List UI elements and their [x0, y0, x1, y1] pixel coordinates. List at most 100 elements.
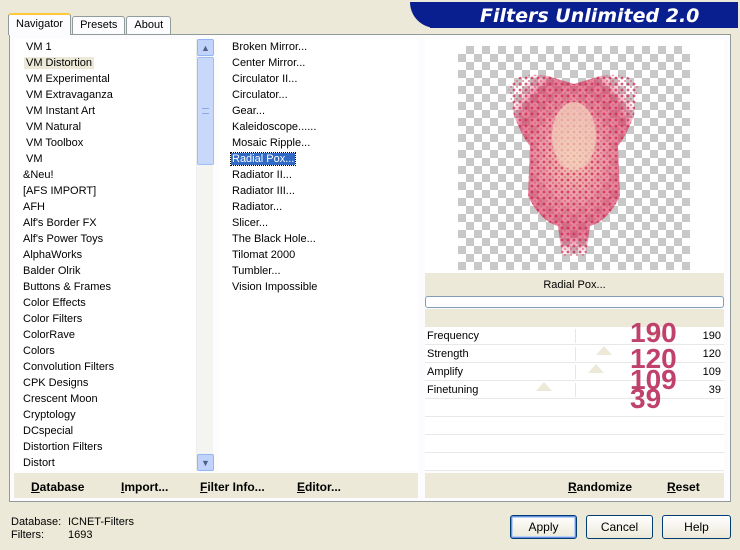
category-item[interactable]: Alf's Border FX	[14, 215, 196, 231]
filter-item-label: Tilomat 2000	[232, 249, 296, 261]
tab-presets[interactable]: Presets	[72, 16, 126, 35]
category-item[interactable]: VM Extravaganza	[14, 87, 196, 103]
filter-item-label: Circulator...	[232, 89, 288, 101]
empty-param-row	[425, 435, 724, 453]
category-item-label: DCspecial	[23, 425, 74, 437]
category-item-label: VM Extravaganza	[26, 89, 113, 101]
category-item[interactable]: DCspecial	[14, 423, 196, 439]
param-row[interactable]: Frequency 190	[425, 327, 724, 345]
reset-button[interactable]: Reset	[667, 480, 700, 494]
category-item[interactable]: Distortion Filters	[14, 439, 196, 455]
filter-item[interactable]: Radiator...	[218, 199, 418, 215]
filter-list[interactable]: Broken Mirror... Center Mirror... Circulat…	[218, 39, 418, 471]
category-item[interactable]: Color Effects	[14, 295, 196, 311]
category-item[interactable]: Crescent Moon	[14, 391, 196, 407]
category-list[interactable]: VM 1 VM Distortion VM Experimental VM Extra…	[14, 39, 196, 471]
category-item[interactable]: CPK Designs	[14, 375, 196, 391]
filter-item[interactable]: Kaleidoscope......	[218, 119, 418, 135]
category-item[interactable]: &Neu!	[14, 167, 196, 183]
filter-item[interactable]: Radial Pox...	[218, 151, 418, 167]
filter-item[interactable]: Mosaic Ripple...	[218, 135, 418, 151]
filter-item[interactable]: Vision Impossible	[218, 279, 418, 295]
filter-item-label: Radial Pox...	[229, 152, 297, 166]
database-label: Database:	[11, 516, 62, 528]
category-item[interactable]: Distort	[14, 455, 196, 471]
category-item[interactable]: VM	[14, 151, 196, 167]
category-item[interactable]: VM Distortion	[14, 55, 196, 71]
filter-item[interactable]: Radiator II...	[218, 167, 418, 183]
filter-item[interactable]: Slicer...	[218, 215, 418, 231]
preview-image[interactable]	[458, 46, 690, 270]
filter-item-label: Mosaic Ripple...	[232, 137, 311, 149]
database-link[interactable]: Database	[31, 480, 84, 494]
param-row[interactable]: Finetuning 39	[425, 381, 724, 399]
param-action-bar: Randomize Reset	[425, 473, 724, 498]
category-item-label: VM Instant Art	[26, 105, 96, 117]
filter-item-label: Broken Mirror...	[232, 41, 308, 53]
filter-item[interactable]: Radiator III...	[218, 183, 418, 199]
param-row[interactable]: Amplify 109	[425, 363, 724, 381]
category-item[interactable]: [AFS IMPORT]	[14, 183, 196, 199]
param-row[interactable]: Strength 120	[425, 345, 724, 363]
help-button[interactable]: Help	[662, 515, 731, 539]
filter-item[interactable]: Tumbler...	[218, 263, 418, 279]
category-item-label: Cryptology	[23, 409, 76, 421]
param-label: Frequency	[427, 330, 479, 342]
scroll-up-button[interactable]: ▲	[197, 39, 214, 56]
category-scrollbar[interactable]: ▲ ▼	[196, 39, 214, 471]
param-value: 120	[702, 348, 721, 360]
category-item[interactable]: AFH	[14, 199, 196, 215]
editor-link[interactable]: Editor...	[297, 480, 341, 494]
slider-track	[575, 347, 576, 361]
filter-item[interactable]: Circulator...	[218, 87, 418, 103]
filter-item[interactable]: Gear...	[218, 103, 418, 119]
category-item-label: AlphaWorks	[23, 249, 83, 261]
category-item-label: VM Toolbox	[26, 137, 84, 149]
filter-item-label: Radiator...	[232, 201, 283, 213]
category-item[interactable]: VM Instant Art	[14, 103, 196, 119]
category-item-label: VM Natural	[26, 121, 82, 133]
category-item[interactable]: Buttons & Frames	[14, 279, 196, 295]
category-item-label: ColorRave	[23, 329, 75, 341]
filter-item[interactable]: Broken Mirror...	[218, 39, 418, 55]
slider-thumb[interactable]	[536, 382, 552, 391]
category-item[interactable]: Color Filters	[14, 311, 196, 327]
filter-item[interactable]: The Black Hole...	[218, 231, 418, 247]
category-item[interactable]: AlphaWorks	[14, 247, 196, 263]
scrollbar-thumb[interactable]	[197, 57, 214, 165]
category-item-label: VM Experimental	[26, 73, 110, 85]
overlay-number: 39	[630, 383, 662, 414]
category-item[interactable]: VM 1	[14, 39, 196, 55]
scroll-down-button[interactable]: ▼	[197, 454, 214, 471]
empty-param-row	[425, 417, 724, 435]
category-item-label: Alf's Border FX	[23, 217, 97, 229]
slider-thumb[interactable]	[596, 346, 612, 355]
filter-info-link[interactable]: Filter Info...	[200, 480, 265, 494]
filter-item-label: Slicer...	[232, 217, 269, 229]
category-item[interactable]: ColorRave	[14, 327, 196, 343]
category-item[interactable]: Cryptology	[14, 407, 196, 423]
param-label: Finetuning	[427, 384, 479, 396]
category-item[interactable]: VM Natural	[14, 119, 196, 135]
category-item[interactable]: VM Toolbox	[14, 135, 196, 151]
category-item[interactable]: Colors	[14, 343, 196, 359]
import-link[interactable]: Import...	[121, 480, 168, 494]
filter-item[interactable]: Tilomat 2000	[218, 247, 418, 263]
filter-item-label: Center Mirror...	[232, 57, 306, 69]
filter-item[interactable]: Circulator II...	[218, 71, 418, 87]
category-item-label: Balder Olrik	[23, 265, 81, 277]
cancel-button[interactable]: Cancel	[586, 515, 653, 539]
category-item[interactable]: Balder Olrik	[14, 263, 196, 279]
category-item[interactable]: Alf's Power Toys	[14, 231, 196, 247]
apply-button[interactable]: Apply	[510, 515, 577, 539]
tab-navigator[interactable]: Navigator	[8, 13, 72, 35]
tab-about[interactable]: About	[126, 16, 172, 35]
slider-thumb[interactable]	[588, 364, 604, 373]
app-title: Filters Unlimited 2.0	[480, 5, 700, 27]
slider-track	[575, 383, 576, 397]
randomize-button[interactable]: Randomize	[568, 480, 632, 494]
filter-item[interactable]: Center Mirror...	[218, 55, 418, 71]
category-item-label: VM Distortion	[24, 57, 95, 69]
category-item[interactable]: Convolution Filters	[14, 359, 196, 375]
category-item[interactable]: VM Experimental	[14, 71, 196, 87]
